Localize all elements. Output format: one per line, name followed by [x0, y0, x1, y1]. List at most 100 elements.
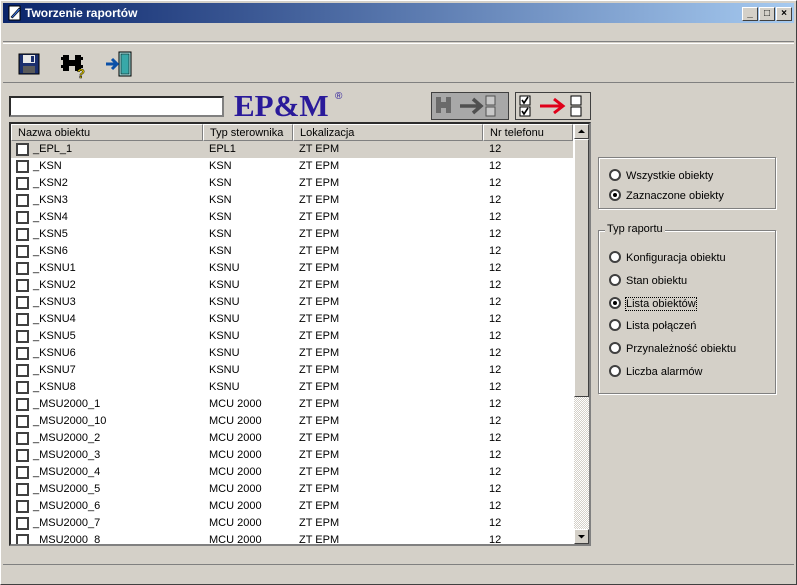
- table-row[interactable]: _MSU2000_10 MCU 2000 ZT EPM 12: [11, 413, 573, 430]
- table-row[interactable]: _MSU2000_8 MCU 2000 ZT EPM 12: [11, 532, 573, 544]
- cell-type: KSNU: [209, 313, 240, 325]
- table-row[interactable]: _MSU2000_1 MCU 2000 ZT EPM 12: [11, 396, 573, 413]
- table-row[interactable]: _KSN4 KSN ZT EPM 12: [11, 209, 573, 226]
- minimize-button[interactable]: _: [742, 7, 758, 21]
- table-row[interactable]: _MSU2000_2 MCU 2000 ZT EPM 12: [11, 430, 573, 447]
- radio-configuration[interactable]: Konfiguracja obiektu: [609, 251, 726, 264]
- row-checkbox[interactable]: [16, 398, 29, 411]
- table-row[interactable]: _KSN5 KSN ZT EPM 12: [11, 226, 573, 243]
- report-window: Tworzenie raportów _ □ × ? EP&M ® Nazwa …: [0, 0, 797, 585]
- logo-registered-mark: ®: [335, 91, 343, 102]
- controller-help-button[interactable]: ?: [58, 48, 90, 81]
- column-header-type[interactable]: Typ sterownika: [203, 124, 293, 141]
- table-row[interactable]: _KSNU4 KSNU ZT EPM 12: [11, 311, 573, 328]
- cell-phone: 12: [489, 381, 502, 393]
- radio-alarm-count-label: Liczba alarmów: [626, 366, 703, 378]
- radio-object-list[interactable]: Lista obiektów: [609, 297, 697, 311]
- row-checkbox[interactable]: [16, 245, 29, 258]
- radio-object-membership[interactable]: Przynależność obiektu: [609, 342, 736, 355]
- cell-name: _KSNU5: [33, 330, 76, 342]
- radio-alarm-count[interactable]: Liczba alarmów: [609, 365, 702, 378]
- scroll-down-button[interactable]: [574, 529, 589, 544]
- row-checkbox[interactable]: [16, 313, 29, 326]
- cell-location: ZT EPM: [299, 449, 340, 461]
- exit-button[interactable]: [103, 48, 135, 80]
- row-checkbox[interactable]: [16, 364, 29, 377]
- radio-object-state[interactable]: Stan obiektu: [609, 274, 687, 287]
- title-bar[interactable]: Tworzenie raportów _ □ ×: [3, 3, 794, 23]
- cell-location: ZT EPM: [299, 211, 340, 223]
- filter-input[interactable]: [9, 96, 224, 117]
- exit-door-icon: [106, 51, 132, 77]
- row-checkbox[interactable]: [16, 517, 29, 530]
- table-row[interactable]: _KSNU1 KSNU ZT EPM 12: [11, 260, 573, 277]
- table-row[interactable]: _KSN3 KSN ZT EPM 12: [11, 192, 573, 209]
- table-row[interactable]: _KSNU8 KSNU ZT EPM 12: [11, 379, 573, 396]
- table-row[interactable]: _KSN6 KSN ZT EPM 12: [11, 243, 573, 260]
- row-checkbox[interactable]: [16, 500, 29, 513]
- row-checkbox[interactable]: [16, 449, 29, 462]
- row-checkbox[interactable]: [16, 177, 29, 190]
- table-row[interactable]: _KSN2 KSN ZT EPM 12: [11, 175, 573, 192]
- row-checkbox[interactable]: [16, 211, 29, 224]
- export-controller-button[interactable]: [431, 92, 509, 120]
- table-row[interactable]: _MSU2000_4 MCU 2000 ZT EPM 12: [11, 464, 573, 481]
- row-checkbox[interactable]: [16, 228, 29, 241]
- radio-alarm-count-dot: [609, 365, 621, 377]
- maximize-button[interactable]: □: [759, 7, 775, 21]
- table-row[interactable]: _KSNU7 KSNU ZT EPM 12: [11, 362, 573, 379]
- row-checkbox[interactable]: [16, 381, 29, 394]
- table-row[interactable]: _MSU2000_5 MCU 2000 ZT EPM 12: [11, 481, 573, 498]
- objects-grid[interactable]: Nazwa obiektu Typ sterownika Lokalizacja…: [9, 122, 591, 546]
- table-row[interactable]: _EPL_1 EPL1 ZT EPM 12: [11, 141, 573, 158]
- row-checkbox[interactable]: [16, 330, 29, 343]
- arrow-up-icon: [578, 129, 585, 133]
- table-row[interactable]: _KSNU3 KSNU ZT EPM 12: [11, 294, 573, 311]
- close-button[interactable]: ×: [776, 7, 792, 21]
- row-checkbox[interactable]: [16, 262, 29, 275]
- cell-location: ZT EPM: [299, 466, 340, 478]
- cell-type: KSNU: [209, 296, 240, 308]
- select-checked-button[interactable]: [515, 92, 591, 120]
- table-row[interactable]: _MSU2000_3 MCU 2000 ZT EPM 12: [11, 447, 573, 464]
- table-row[interactable]: _KSNU5 KSNU ZT EPM 12: [11, 328, 573, 345]
- radio-all-objects[interactable]: Wszystkie obiekty: [609, 169, 713, 182]
- cell-name: _MSU2000_7: [33, 517, 101, 529]
- scroll-thumb[interactable]: [574, 139, 589, 397]
- row-checkbox[interactable]: [16, 279, 29, 292]
- cell-name: _KSN3: [33, 194, 68, 206]
- cell-location: ZT EPM: [299, 296, 340, 308]
- table-row[interactable]: _MSU2000_7 MCU 2000 ZT EPM 12: [11, 515, 573, 532]
- scroll-up-button[interactable]: [574, 124, 589, 139]
- row-checkbox[interactable]: [16, 296, 29, 309]
- status-bar: [3, 564, 794, 582]
- table-row[interactable]: _KSNU2 KSNU ZT EPM 12: [11, 277, 573, 294]
- column-header-phone[interactable]: Nr telefonu: [483, 124, 573, 141]
- radio-connection-list[interactable]: Lista połączeń: [609, 319, 696, 332]
- column-header-name[interactable]: Nazwa obiektu: [11, 124, 203, 141]
- table-row[interactable]: _MSU2000_6 MCU 2000 ZT EPM 12: [11, 498, 573, 515]
- cell-type: KSNU: [209, 330, 240, 342]
- cell-name: _KSN2: [33, 177, 68, 189]
- row-checkbox[interactable]: [16, 415, 29, 428]
- cell-type: MCU 2000: [209, 415, 262, 427]
- cell-phone: 12: [489, 330, 502, 342]
- row-checkbox[interactable]: [16, 347, 29, 360]
- cell-type: KSNU: [209, 262, 240, 274]
- row-checkbox[interactable]: [16, 143, 29, 156]
- row-checkbox[interactable]: [16, 534, 29, 544]
- table-row[interactable]: _KSN KSN ZT EPM 12: [11, 158, 573, 175]
- row-checkbox[interactable]: [16, 194, 29, 207]
- radio-connection-list-dot: [609, 319, 621, 331]
- row-checkbox[interactable]: [16, 160, 29, 173]
- radio-selected-objects[interactable]: Zaznaczone obiekty: [609, 189, 724, 202]
- cell-name: _MSU2000_2: [33, 432, 101, 444]
- row-checkbox[interactable]: [16, 432, 29, 445]
- table-row[interactable]: _KSNU6 KSNU ZT EPM 12: [11, 345, 573, 362]
- vertical-scrollbar[interactable]: [574, 124, 589, 544]
- save-button[interactable]: [13, 48, 45, 80]
- row-checkbox[interactable]: [16, 483, 29, 496]
- report-type-group: Typ raportu Konfiguracja obiektu Stan ob…: [598, 223, 776, 394]
- row-checkbox[interactable]: [16, 466, 29, 479]
- column-header-location[interactable]: Lokalizacja: [293, 124, 483, 141]
